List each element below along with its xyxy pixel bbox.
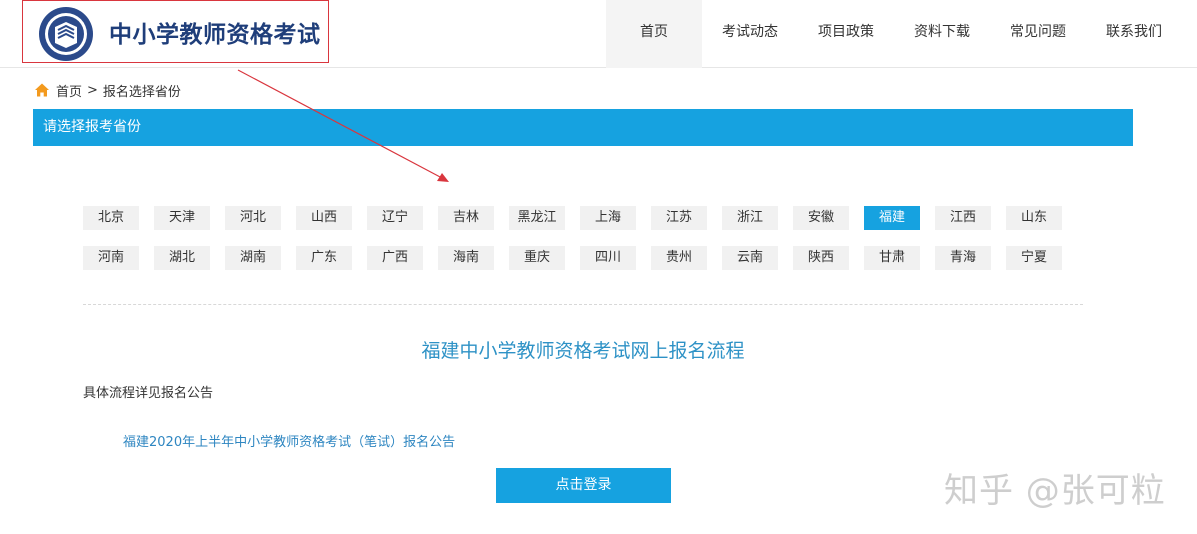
logo-highlight-box[interactable]: 中小学教师资格考试: [22, 0, 329, 63]
registration-flow-title: 福建中小学教师资格考试网上报名流程: [421, 340, 745, 362]
nav-home[interactable]: 首页: [606, 0, 702, 68]
nav-downloads[interactable]: 资料下载: [894, 0, 990, 68]
province-gansu[interactable]: 甘肃: [864, 246, 920, 270]
section-title-bar: 请选择报考省份: [33, 109, 1133, 146]
breadcrumb-current: 报名选择省份: [102, 84, 181, 100]
breadcrumb-separator: >: [87, 82, 98, 98]
home-icon: [35, 83, 49, 97]
province-shanxi[interactable]: 山西: [296, 206, 352, 230]
province-sichuan[interactable]: 四川: [580, 246, 636, 270]
site-title: 中小学教师资格考试: [109, 22, 321, 48]
main-nav: 首页 考试动态 项目政策 资料下载 常见问题 联系我们: [606, 0, 1182, 68]
nav-faq[interactable]: 常见问题: [990, 0, 1086, 68]
site-header: 中小学教师资格考试 首页 考试动态 项目政策 资料下载 常见问题 联系我们: [0, 0, 1197, 68]
province-guizhou[interactable]: 贵州: [651, 246, 707, 270]
province-yunnan[interactable]: 云南: [722, 246, 778, 270]
nav-policies[interactable]: 项目政策: [798, 0, 894, 68]
province-jilin[interactable]: 吉林: [438, 206, 494, 230]
province-shaanxi[interactable]: 陕西: [793, 246, 849, 270]
province-guangdong[interactable]: 广东: [296, 246, 352, 270]
province-beijing[interactable]: 北京: [83, 206, 139, 230]
province-shandong[interactable]: 山东: [1006, 206, 1062, 230]
registration-notice-link[interactable]: 福建2020年上半年中小学教师资格考试（笔试）报名公告: [123, 431, 455, 450]
province-qinghai[interactable]: 青海: [935, 246, 991, 270]
province-ningxia[interactable]: 宁夏: [1006, 246, 1062, 270]
breadcrumb-home-link[interactable]: 首页: [56, 81, 82, 100]
logo-emblem-icon: [39, 7, 93, 61]
province-anhui[interactable]: 安徽: [793, 206, 849, 230]
province-jiangxi[interactable]: 江西: [935, 206, 991, 230]
province-chongqing[interactable]: 重庆: [509, 246, 565, 270]
nav-contact[interactable]: 联系我们: [1086, 0, 1182, 68]
province-zhejiang[interactable]: 浙江: [722, 206, 778, 230]
province-tianjin[interactable]: 天津: [154, 206, 210, 230]
login-button[interactable]: 点击登录: [496, 468, 671, 503]
province-jiangsu[interactable]: 江苏: [651, 206, 707, 230]
province-shanghai[interactable]: 上海: [580, 206, 636, 230]
province-hubei[interactable]: 湖北: [154, 246, 210, 270]
breadcrumb: 首页 > 报名选择省份: [34, 80, 181, 100]
nav-exam-news[interactable]: 考试动态: [702, 0, 798, 68]
flow-detail-text: 具体流程详见报名公告: [83, 386, 214, 401]
province-guangxi[interactable]: 广西: [367, 246, 423, 270]
province-hainan[interactable]: 海南: [438, 246, 494, 270]
zhihu-watermark: 知乎 @张可粒: [944, 471, 1166, 511]
province-fujian-selected[interactable]: 福建: [864, 206, 920, 230]
province-henan[interactable]: 河南: [83, 246, 139, 270]
province-heilongjiang[interactable]: 黑龙江: [509, 206, 565, 230]
province-liaoning[interactable]: 辽宁: [367, 206, 423, 230]
province-hunan[interactable]: 湖南: [225, 246, 281, 270]
province-hebei[interactable]: 河北: [225, 206, 281, 230]
dashed-divider: [83, 304, 1083, 305]
